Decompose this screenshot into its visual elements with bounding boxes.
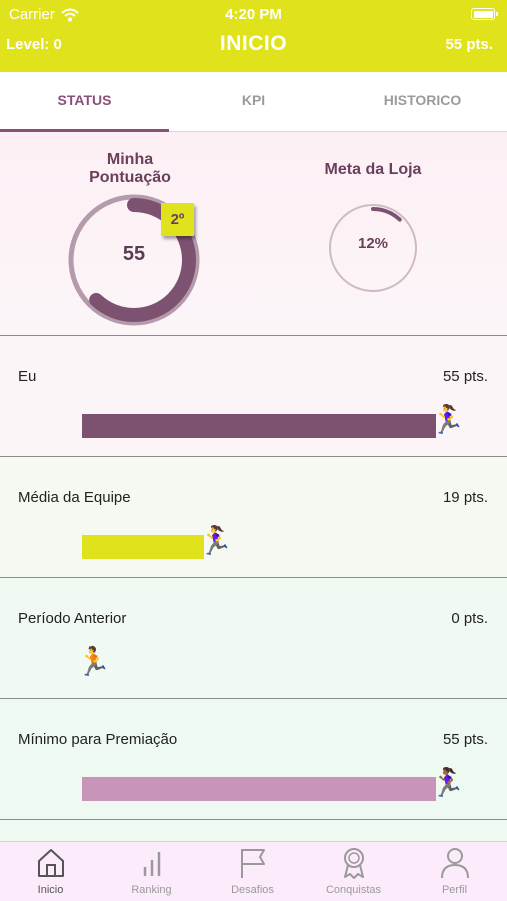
row-label: Média da Equipe <box>18 489 131 506</box>
battery-icon <box>471 8 498 20</box>
goal-percent: 12% <box>357 235 389 252</box>
row-points: 0 pts. <box>451 610 488 627</box>
bottom-tab-bar: Inicio Ranking Desafios Conquistas Perfi… <box>0 841 507 901</box>
tabbar-inicio[interactable]: Inicio <box>0 842 101 901</box>
runner-icon: 🏃🏾‍♀️ <box>430 767 465 798</box>
progress-bar <box>82 535 204 559</box>
row-media-equipe: Média da Equipe 19 pts. 🏃‍♀️ <box>0 457 507 578</box>
score-value: 55 <box>122 243 146 265</box>
tabbar-label: Conquistas <box>325 884 382 896</box>
row-periodo-anterior: Período Anterior 0 pts. 🏃 <box>0 578 507 699</box>
tabbar-label: Inicio <box>37 884 64 896</box>
tabbar-perfil[interactable]: Perfil <box>404 842 505 901</box>
tabbar-ranking[interactable]: Ranking <box>101 842 202 901</box>
tab-kpi[interactable]: KPI <box>169 72 338 132</box>
medal-icon <box>344 848 364 879</box>
rank-badge: 2º <box>161 203 194 236</box>
row-points: 55 pts. <box>442 368 488 385</box>
row-eu: Eu 55 pts. 🏃‍♀️ <box>0 336 507 457</box>
list-spacer <box>0 820 507 841</box>
tabbar-label: Ranking <box>131 884 172 896</box>
points-label: 55 pts. <box>445 36 493 53</box>
row-points: 19 pts. <box>442 489 488 506</box>
tabbar-label: Desafios <box>231 884 274 896</box>
clock: 4:20 PM <box>225 6 282 23</box>
row-label: Eu <box>18 368 37 385</box>
tabbar-desafios[interactable]: Desafios <box>202 842 303 901</box>
row-label: Período Anterior <box>18 610 127 627</box>
row-label: Mínimo para Premiação <box>18 731 178 748</box>
person-icon <box>441 848 469 879</box>
home-icon <box>38 849 64 877</box>
page-title: INICIO <box>219 32 288 55</box>
row-minimo-premiacao: Mínimo para Premiação 55 pts. 🏃🏾‍♀️ <box>0 699 507 820</box>
tabbar-conquistas[interactable]: Conquistas <box>303 842 404 901</box>
tab-historico[interactable]: HISTORICO <box>338 72 507 132</box>
bar-chart-icon <box>143 852 161 876</box>
runner-icon: 🏃‍♀️ <box>198 525 233 556</box>
tab-status[interactable]: STATUS <box>0 72 169 132</box>
score-title: Minha Pontuação <box>89 151 171 186</box>
row-points: 55 pts. <box>442 731 488 748</box>
progress-bar <box>82 777 436 801</box>
top-tabs: STATUS KPI HISTORICO <box>0 72 507 132</box>
tabbar-label: Perfil <box>441 884 468 896</box>
app-header: Carrier 4:20 PM Level: 0 INICIO 55 pts. <box>0 0 507 72</box>
flag-icon <box>241 849 265 878</box>
goal-title: Meta da Loja <box>324 161 422 178</box>
runner-icon: 🏃 <box>76 646 111 677</box>
progress-bar <box>82 414 436 438</box>
runner-icon: 🏃‍♀️ <box>430 404 465 435</box>
status-bar: Carrier 4:20 PM <box>0 0 507 28</box>
